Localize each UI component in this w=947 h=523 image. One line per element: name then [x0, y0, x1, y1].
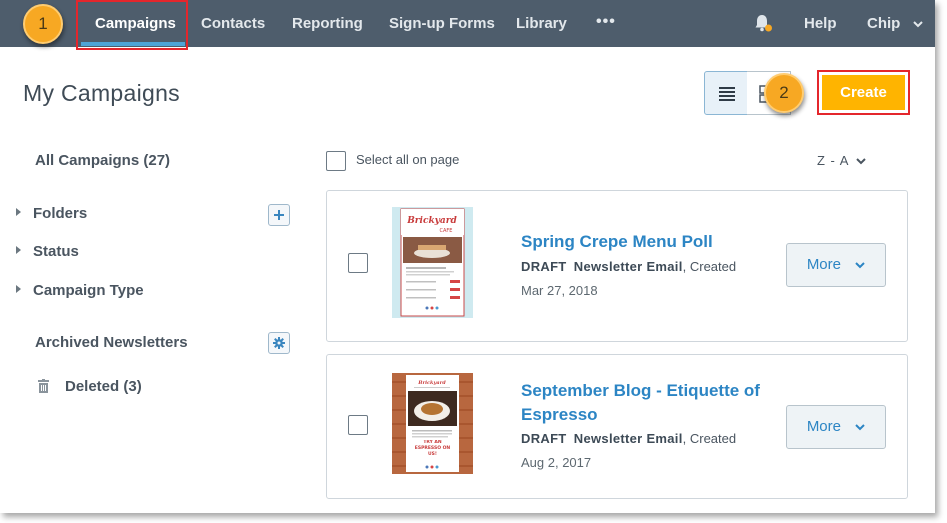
- campaign-card: Brickyard CAFE Spring Crepe Menu Poll DR…: [326, 190, 908, 342]
- campaign-type: Newsletter Email: [573, 259, 683, 274]
- campaign-meta: DRAFT Newsletter Email, Created: [521, 431, 736, 446]
- chevron-down-icon: [855, 262, 865, 269]
- chevron-down-icon: [855, 424, 865, 431]
- caret-right-icon: [16, 208, 21, 216]
- campaign-thumbnail[interactable]: Brickyard CAFE: [392, 207, 473, 318]
- sidebar-deleted[interactable]: Deleted (3): [38, 378, 142, 395]
- campaign-date: Mar 27, 2018: [521, 283, 598, 298]
- select-all-checkbox[interactable]: [326, 151, 346, 171]
- plus-icon: [274, 210, 284, 220]
- more-button-label: More: [806, 418, 841, 435]
- list-view-button[interactable]: [704, 71, 748, 115]
- add-folder-button[interactable]: [268, 204, 290, 226]
- gear-icon: [273, 337, 285, 349]
- thumb-brand-text: Brickyard: [406, 216, 457, 226]
- list-icon: [719, 87, 735, 101]
- thumb-brand-sub-text: CAFE: [440, 228, 453, 234]
- create-button[interactable]: Create: [822, 75, 905, 110]
- app-window: Campaigns Contacts Reporting Sign-up For…: [0, 0, 935, 513]
- campaign-title-link[interactable]: Spring Crepe Menu Poll: [521, 230, 713, 254]
- campaign-type: Newsletter Email: [573, 431, 683, 446]
- sidebar-deleted-label: Deleted (3): [65, 378, 142, 395]
- chevron-down-icon: [856, 158, 867, 165]
- sidebar-status[interactable]: Status: [16, 243, 79, 260]
- campaign-card: Brickyard TRY AN ESPRESSO ON US! Septemb…: [326, 354, 908, 499]
- bell-icon[interactable]: [753, 13, 773, 33]
- callout-badge-2: 2: [764, 73, 804, 113]
- user-menu[interactable]: Chip: [867, 0, 923, 47]
- thumb-brand-text: Brickyard: [417, 380, 446, 386]
- sidebar-folders[interactable]: Folders: [16, 205, 87, 222]
- email-preview-image: Brickyard CAFE: [392, 207, 473, 318]
- campaign-status: DRAFT: [521, 259, 567, 274]
- create-highlight: Create: [817, 70, 910, 115]
- more-button-label: More: [806, 256, 841, 273]
- sidebar-folders-label: Folders: [33, 205, 88, 222]
- sidebar-status-label: Status: [33, 243, 79, 260]
- caret-right-icon: [16, 285, 21, 293]
- campaign-checkbox[interactable]: [348, 253, 368, 273]
- campaign-status: DRAFT: [521, 431, 567, 446]
- nav-reporting[interactable]: Reporting: [292, 0, 363, 47]
- archive-settings-button[interactable]: [268, 332, 290, 354]
- chevron-down-icon: [912, 21, 923, 28]
- nav-contacts[interactable]: Contacts: [201, 0, 265, 47]
- campaign-date: Aug 2, 2017: [521, 455, 592, 470]
- campaign-title-link[interactable]: September Blog - Etiquette of Espresso: [521, 379, 760, 427]
- email-preview-image: Brickyard TRY AN ESPRESSO ON US!: [392, 373, 473, 474]
- nav-signup-forms[interactable]: Sign-up Forms: [389, 0, 495, 47]
- campaign-created-label: , Created: [682, 431, 737, 446]
- sidebar-campaign-type[interactable]: Campaign Type: [16, 282, 144, 299]
- campaigns-highlight: [76, 0, 188, 50]
- campaign-meta: DRAFT Newsletter Email, Created: [521, 259, 736, 274]
- nav-more-menu[interactable]: •••: [596, 0, 616, 47]
- campaign-thumbnail[interactable]: Brickyard TRY AN ESPRESSO ON US!: [392, 373, 473, 474]
- sidebar-campaign-type-label: Campaign Type: [33, 282, 144, 299]
- sidebar-archived-newsletters[interactable]: Archived Newsletters: [35, 334, 188, 351]
- caret-right-icon: [16, 246, 21, 254]
- thumb-promo-text: TRY AN ESPRESSO ON US!: [414, 440, 451, 457]
- more-button[interactable]: More: [786, 405, 886, 449]
- select-all-label: Select all on page: [356, 152, 460, 167]
- callout-badge-1: 1: [23, 4, 63, 44]
- trash-icon: [38, 379, 49, 393]
- user-name: Chip: [867, 15, 901, 32]
- sort-dropdown[interactable]: Z - A: [817, 153, 867, 168]
- more-button[interactable]: More: [786, 243, 886, 287]
- nav-library[interactable]: Library: [516, 0, 567, 47]
- nav-help[interactable]: Help: [804, 0, 837, 47]
- campaign-created-label: , Created: [682, 259, 737, 274]
- sidebar-all-campaigns[interactable]: All Campaigns (27): [35, 152, 170, 169]
- campaign-title-line: September Blog - Etiquette of: [521, 381, 760, 400]
- page-title: My Campaigns: [23, 80, 180, 106]
- campaign-checkbox[interactable]: [348, 415, 368, 435]
- sort-label: Z - A: [817, 153, 849, 168]
- campaign-title-line: Espresso: [521, 405, 598, 424]
